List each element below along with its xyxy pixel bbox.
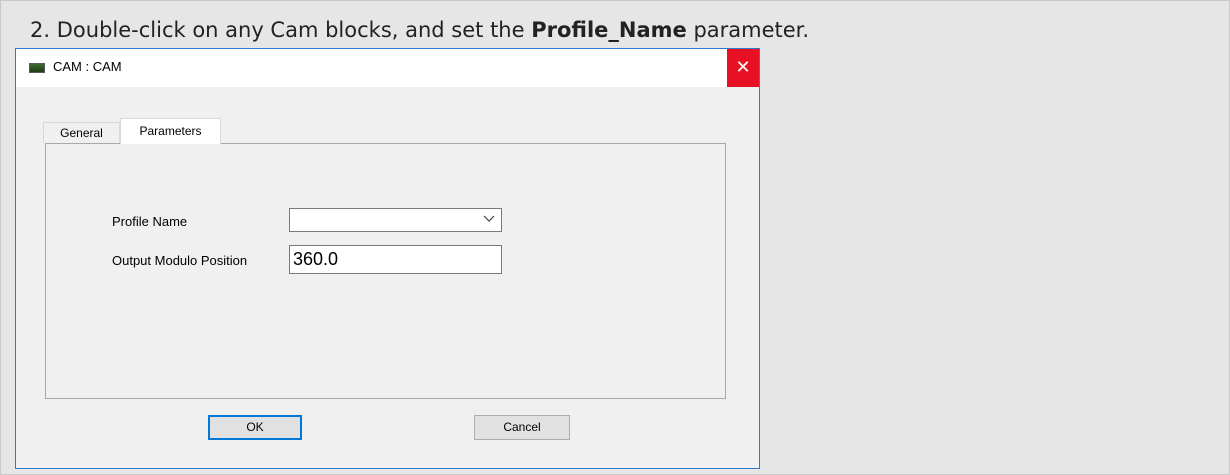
- chevron-down-icon: [483, 211, 495, 229]
- instruction-number: 2.: [30, 18, 51, 42]
- tab-parameters[interactable]: Parameters: [120, 118, 221, 144]
- instruction-before: Double-click on any Cam blocks, and set …: [56, 18, 532, 42]
- instruction-after: parameter.: [686, 18, 810, 42]
- tab-general[interactable]: General: [43, 122, 120, 143]
- instruction-text: 2. Double-click on any Cam blocks, and s…: [30, 18, 809, 42]
- dialog-titlebar[interactable]: CAM : CAM ✕: [16, 49, 759, 87]
- output-modulo-label: Output Modulo Position: [112, 253, 248, 268]
- application-icon: [29, 63, 45, 73]
- close-button[interactable]: ✕: [727, 49, 759, 87]
- cam-dialog: CAM : CAM ✕ General Parameters Profile N…: [15, 48, 760, 469]
- ok-button[interactable]: OK: [208, 415, 302, 440]
- profile-name-dropdown[interactable]: [289, 208, 502, 232]
- output-modulo-input[interactable]: 360.0: [289, 245, 502, 274]
- close-icon: ✕: [735, 57, 751, 78]
- instruction-emphasis: Profile_Name: [531, 18, 687, 42]
- cancel-button[interactable]: Cancel: [474, 415, 570, 440]
- profile-name-label: Profile Name: [112, 214, 188, 229]
- dialog-title: CAM : CAM: [53, 59, 122, 74]
